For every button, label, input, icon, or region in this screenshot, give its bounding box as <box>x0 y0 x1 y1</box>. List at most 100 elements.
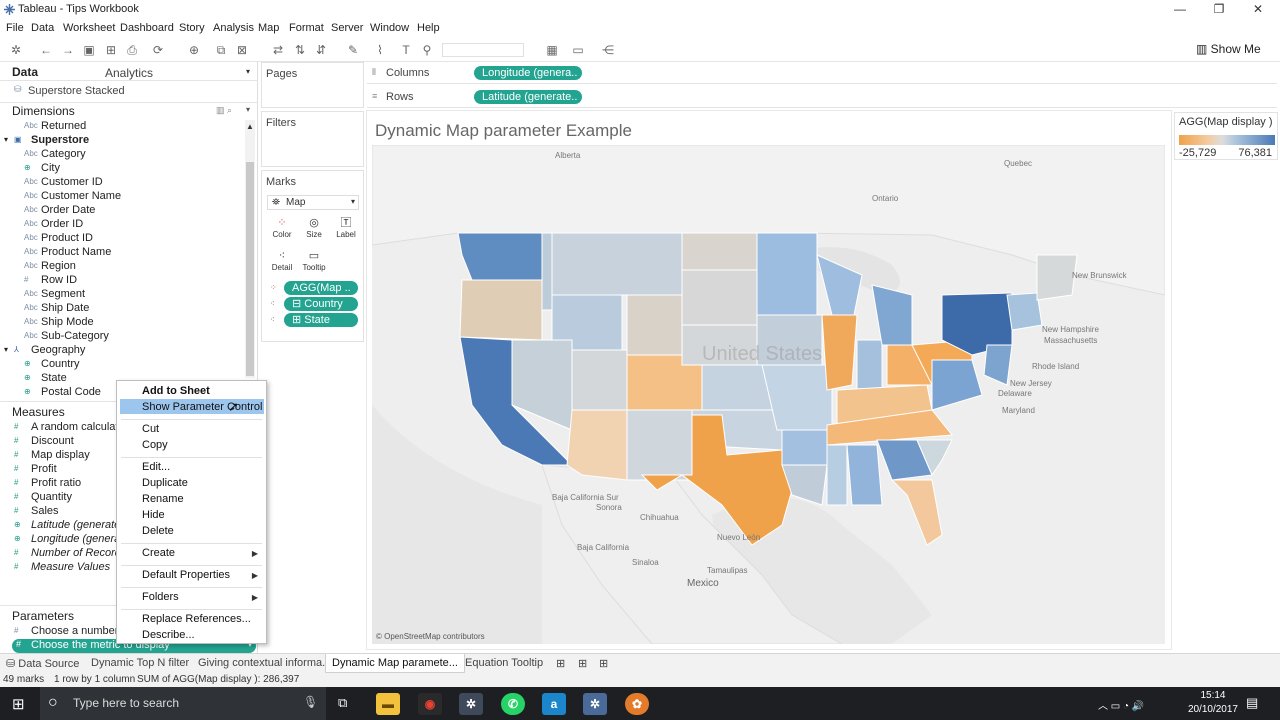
label-icon[interactable]: T <box>398 42 414 58</box>
dimension-item[interactable]: Abc Order Date <box>0 204 240 218</box>
map-credit[interactable]: © OpenStreetMap contributors <box>376 632 485 641</box>
collapse-icon[interactable]: ▾ <box>4 345 8 354</box>
new-worksheet-icon[interactable]: ⊕ <box>186 42 202 58</box>
highlight-icon[interactable]: ✎ <box>345 42 361 58</box>
presentation-icon[interactable]: ▭ <box>570 42 586 58</box>
menu-dashboard[interactable]: Dashboard <box>120 22 174 34</box>
size-button[interactable]: ◎ Size <box>299 216 329 246</box>
new-story-icon[interactable]: ⊞ <box>599 657 608 670</box>
menu-analysis[interactable]: Analysis <box>213 22 254 34</box>
dimension-item[interactable]: Abc Category <box>0 148 240 162</box>
dimension-item[interactable]: Abc Customer Name <box>0 190 240 204</box>
dimension-item[interactable]: Abc Ship Mode <box>0 316 240 330</box>
save-icon[interactable]: ▣ <box>81 42 97 58</box>
dimension-item[interactable]: Abc Product ID <box>0 232 240 246</box>
menu-show-parameter-control[interactable]: Show Parameter Control <box>142 401 262 413</box>
dimension-item[interactable]: # Row ID <box>0 274 240 288</box>
show-cards-icon[interactable]: ▦ <box>544 42 560 58</box>
app-icon[interactable]: ✿ <box>625 693 649 715</box>
columns-shelf[interactable]: ⦀ Columns Longitude (genera.. <box>367 62 1277 84</box>
minimize-button[interactable]: — <box>1160 0 1200 20</box>
menu-edit[interactable]: Edit... <box>142 461 170 473</box>
dimension-item[interactable]: Abc Returned <box>0 120 240 134</box>
menu-rename[interactable]: Rename <box>142 493 184 505</box>
country-pill[interactable]: ⊟ Country <box>284 297 358 311</box>
dimension-item[interactable]: Abc Sub-Category <box>0 330 240 344</box>
tableau-taskbar-icon-2[interactable]: ✲ <box>583 693 607 715</box>
tableau-taskbar-icon[interactable]: ✲ <box>459 693 483 715</box>
chrome-icon[interactable]: ◉ <box>418 693 442 715</box>
menu-worksheet[interactable]: Worksheet <box>63 22 115 34</box>
rows-shelf[interactable]: ≡ Rows Latitude (generate.. <box>367 86 1277 108</box>
menu-describe[interactable]: Describe... <box>142 629 195 641</box>
latitude-pill[interactable]: Latitude (generate.. <box>474 90 582 104</box>
scroll-up-icon[interactable]: ▲ <box>246 122 254 131</box>
color-pill[interactable]: AGG(Map .. <box>284 281 358 295</box>
menu-create[interactable]: Create <box>142 547 175 559</box>
viz-title[interactable]: Dynamic Map parameter Example <box>375 121 632 141</box>
dimensions-menu-icon[interactable]: ▾ <box>246 105 250 114</box>
sort-desc-icon[interactable]: ⇵ <box>313 42 329 58</box>
taskbar-search[interactable]: ○ Type here to search 🎙 <box>40 687 326 720</box>
file-explorer-icon[interactable]: ▬ <box>376 693 400 715</box>
menu-default-properties[interactable]: Default Properties <box>142 569 230 581</box>
dimension-item[interactable]: ⊕ City <box>0 162 240 176</box>
group-icon[interactable]: ⌇ <box>372 42 388 58</box>
state-pill[interactable]: ⊞ State <box>284 313 358 327</box>
menu-delete[interactable]: Delete <box>142 525 174 537</box>
menu-add-to-sheet[interactable]: Add to Sheet <box>142 385 210 397</box>
maximize-button[interactable]: ❐ <box>1199 0 1239 20</box>
close-button[interactable]: ✕ <box>1238 0 1278 20</box>
dimension-item[interactable]: Abc Region <box>0 260 240 274</box>
dimension-item[interactable]: ⅄ Geography ▾ <box>0 344 240 358</box>
alteryx-icon[interactable]: a <box>542 693 566 715</box>
clear-sheet-icon[interactable]: ⊠ <box>234 42 250 58</box>
new-datasource-icon[interactable]: ⊞ <box>103 42 119 58</box>
menu-help[interactable]: Help <box>417 22 440 34</box>
dimension-item[interactable]: Abc Product Name <box>0 246 240 260</box>
duplicate-sheet-icon[interactable]: ⧉ <box>213 42 229 58</box>
dimensions-scrollbar[interactable] <box>246 162 254 376</box>
menu-file[interactable]: File <box>6 22 24 34</box>
tab-contextual-info[interactable]: Giving contextual informa... <box>198 657 331 669</box>
tooltip-button[interactable]: ▭ Tooltip <box>299 249 329 279</box>
whatsapp-icon[interactable]: ✆ <box>501 693 525 715</box>
view-icon[interactable]: ▥ ⌕ <box>216 105 232 116</box>
tab-dynamic-map[interactable]: Dynamic Map paramete... <box>325 654 465 673</box>
tableau-logo-icon[interactable]: ✲ <box>8 42 24 58</box>
undo-icon[interactable]: ← <box>38 42 54 58</box>
menu-window[interactable]: Window <box>370 22 409 34</box>
menu-hide[interactable]: Hide <box>142 509 165 521</box>
menu-format[interactable]: Format <box>289 22 324 34</box>
menu-replace-references[interactable]: Replace References... <box>142 613 251 625</box>
label-button[interactable]: 🅃 Label <box>331 216 361 246</box>
tab-data[interactable]: Data <box>12 65 38 79</box>
menu-story[interactable]: Story <box>179 22 205 34</box>
new-sheet-icon[interactable]: ⊞ <box>556 657 565 670</box>
tab-data-source[interactable]: ⛁ Data Source <box>6 657 79 670</box>
detail-button[interactable]: ⁖ Detail <box>267 249 297 279</box>
menu-data[interactable]: Data <box>31 22 54 34</box>
task-view-icon[interactable]: ⧉ <box>338 695 347 711</box>
notification-icon[interactable]: ▤ <box>1246 695 1258 711</box>
refresh-icon[interactable]: ⟳ <box>150 42 166 58</box>
dimension-item[interactable]: Abc Segment <box>0 288 240 302</box>
menu-cut[interactable]: Cut <box>142 423 159 435</box>
dimension-item[interactable]: Abc Order ID <box>0 218 240 232</box>
pane-menu-icon[interactable]: ▾ <box>246 67 250 76</box>
redo-icon[interactable]: → <box>60 42 76 58</box>
dimension-item[interactable]: Abc Ship Date <box>0 302 240 316</box>
dimension-item[interactable]: ⊕ Country <box>0 358 240 372</box>
clock[interactable]: 15:14 20/10/2017 <box>1188 689 1238 717</box>
mark-type-dropdown[interactable]: ⛯ Map ▾ <box>267 195 359 210</box>
menu-folders[interactable]: Folders <box>142 591 179 603</box>
share-icon[interactable]: ⋲ <box>600 42 616 58</box>
tray-icons[interactable]: ︿ ▭ ◔ 🔊 <box>1098 697 1144 712</box>
pause-updates-icon[interactable]: ⎙ <box>124 42 140 58</box>
tab-dynamic-top-n[interactable]: Dynamic Top N filter <box>91 657 189 669</box>
pin-icon[interactable]: ⚲ <box>419 42 435 58</box>
tab-analytics[interactable]: Analytics <box>105 66 153 80</box>
longitude-pill[interactable]: Longitude (genera.. <box>474 66 582 80</box>
map-view[interactable]: Alberta Quebec Ontario New Brunswick New… <box>372 145 1165 644</box>
show-me-button[interactable]: ▥ Show Me <box>1196 42 1261 56</box>
